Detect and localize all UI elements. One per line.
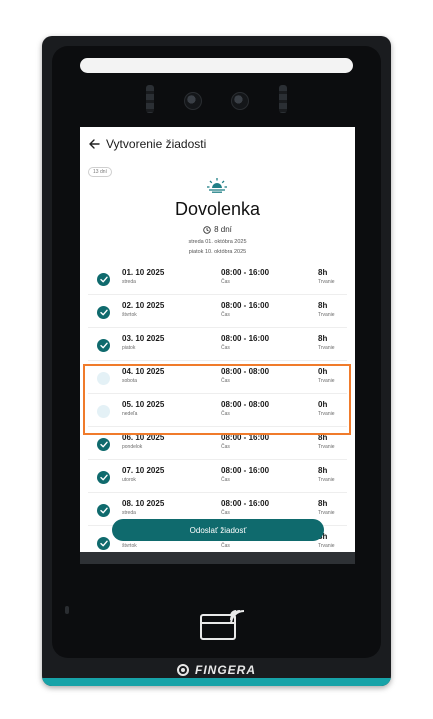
row-time: 08:00 - 16:00 — [221, 466, 270, 475]
row-time-label: Čas — [221, 312, 230, 318]
row-time: 08:00 - 16:00 — [221, 334, 270, 343]
row-hours: 8h — [318, 301, 328, 310]
row-day: štvrtok — [122, 312, 137, 318]
access-terminal: FINGERA Vytvorenie žiadosti 13 dní Dovol… — [42, 36, 391, 686]
day-checkbox[interactable] — [97, 273, 110, 286]
sun-icon — [207, 178, 227, 193]
day-checkbox[interactable] — [97, 339, 110, 352]
check-icon — [99, 342, 108, 349]
day-row[interactable]: 02. 10 2025 štvrtok 08:00 - 16:00 Čas 8h… — [88, 295, 347, 328]
check-icon — [99, 309, 108, 316]
page-title: Vytvorenie žiadosti — [106, 137, 207, 151]
row-hours-label: Trvanie — [318, 477, 335, 483]
device-bottom-strip — [42, 678, 391, 686]
row-hours: 8h — [318, 334, 328, 343]
day-checkbox[interactable] — [97, 504, 110, 517]
duration-summary: 8 dní — [80, 225, 355, 234]
row-hours: 8h — [318, 268, 328, 277]
submit-request-button[interactable]: Odoslať žiadosť — [112, 519, 324, 541]
row-hours-label: Trvanie — [318, 279, 335, 285]
row-hours-label: Trvanie — [318, 345, 335, 351]
row-date: 07. 10 2025 — [122, 466, 165, 475]
check-icon — [99, 441, 108, 448]
row-date: 01. 10 2025 — [122, 268, 165, 277]
check-icon — [99, 276, 108, 283]
camera-left — [184, 92, 202, 110]
ir-sensor-left — [146, 85, 154, 113]
row-day: utorok — [122, 477, 136, 483]
day-row[interactable]: 03. 10 2025 piatok 08:00 - 16:00 Čas 8h … — [88, 328, 347, 361]
row-time-label: Čas — [221, 444, 230, 450]
camera-right — [231, 92, 249, 110]
screen-bottom-edge — [80, 552, 355, 564]
row-day: pondelok — [122, 444, 143, 450]
row-date: 02. 10 2025 — [122, 301, 165, 310]
date-to: piatok 10. októbra 2025 — [188, 249, 247, 255]
row-date: 08. 10 2025 — [122, 499, 165, 508]
row-hours-label: Trvanie — [318, 510, 335, 516]
row-time: 08:00 - 16:00 — [221, 499, 270, 508]
fingera-logo-icon — [177, 664, 189, 676]
row-date: 03. 10 2025 — [122, 334, 165, 343]
day-checkbox[interactable] — [97, 537, 110, 550]
check-icon — [99, 507, 108, 514]
brand-logo: FINGERA — [42, 660, 391, 680]
days-chip: 13 dní — [88, 167, 112, 177]
light-bar — [80, 58, 353, 73]
leave-type-title: Dovolenka — [174, 199, 261, 219]
row-time-label: Čas — [221, 477, 230, 483]
status-led — [65, 606, 69, 614]
day-checkbox[interactable] — [97, 438, 110, 451]
row-time-label: Čas — [221, 345, 230, 351]
row-time: 08:00 - 16:00 — [221, 301, 270, 310]
row-day: streda — [122, 510, 136, 516]
check-icon — [99, 474, 108, 481]
check-icon — [99, 540, 108, 547]
row-time-label: Čas — [221, 543, 230, 549]
row-hours: 8h — [318, 499, 328, 508]
row-hours: 8h — [318, 466, 328, 475]
weekend-highlight-box — [83, 364, 351, 435]
row-time-label: Čas — [221, 279, 230, 285]
date-from: streda 01. októbra 2025 — [188, 239, 247, 245]
nfc-card-icon — [198, 602, 254, 642]
row-time-label: Čas — [221, 510, 230, 516]
ir-sensor-right — [279, 85, 287, 113]
clock-icon — [203, 225, 211, 234]
row-day: streda — [122, 279, 136, 285]
arrow-left-icon[interactable] — [88, 138, 100, 150]
row-hours-label: Trvanie — [318, 444, 335, 450]
screen: Vytvorenie žiadosti 13 dní Dovolenka 8 d… — [80, 127, 355, 562]
row-day: štvrtok — [122, 543, 137, 549]
row-hours-label: Trvanie — [318, 312, 335, 318]
top-bar: Vytvorenie žiadosti — [88, 137, 206, 151]
row-hours-label: Trvanie — [318, 543, 335, 549]
row-time: 08:00 - 16:00 — [221, 268, 270, 277]
day-checkbox[interactable] — [97, 471, 110, 484]
day-row[interactable]: 01. 10 2025 streda 08:00 - 16:00 Čas 8h … — [88, 262, 347, 295]
brand-name: FINGERA — [195, 663, 256, 677]
row-day: piatok — [122, 345, 136, 351]
duration-value: 8 dní — [214, 225, 232, 234]
day-checkbox[interactable] — [97, 306, 110, 319]
day-row[interactable]: 07. 10 2025 utorok 08:00 - 16:00 Čas 8h … — [88, 460, 347, 493]
